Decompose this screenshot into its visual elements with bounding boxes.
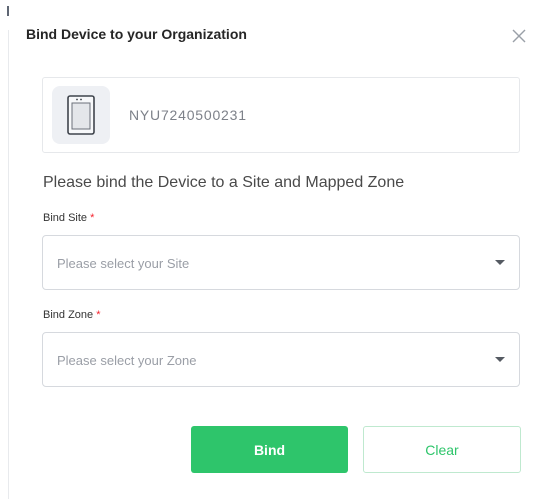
site-field-label: Bind Site *: [43, 212, 94, 224]
bind-device-dialog: Bind Device to your Organization NYU7240…: [10, 0, 539, 499]
dialog-title: Bind Device to your Organization: [26, 26, 247, 42]
caret-down-icon: [495, 357, 505, 362]
site-select[interactable]: Please select your Site: [42, 235, 520, 290]
window-edge-mark: [7, 6, 9, 16]
device-serial: NYU7240500231: [129, 107, 247, 123]
site-label-text: Bind Site: [43, 212, 88, 224]
bind-instruction: Please bind the Device to a Site and Map…: [43, 174, 405, 191]
required-mark: *: [90, 212, 95, 224]
required-mark: *: [96, 309, 101, 321]
zone-select-placeholder: Please select your Zone: [57, 353, 197, 368]
zone-select[interactable]: Please select your Zone: [42, 332, 520, 387]
zone-field-label: Bind Zone *: [43, 309, 101, 321]
window-edge: [8, 30, 9, 499]
close-icon[interactable]: [510, 27, 528, 45]
device-tablet-icon: [52, 86, 110, 144]
bind-button[interactable]: Bind: [191, 426, 348, 473]
caret-down-icon: [495, 260, 505, 265]
clear-button[interactable]: Clear: [363, 426, 521, 473]
zone-label-text: Bind Zone: [43, 309, 94, 321]
site-select-placeholder: Please select your Site: [57, 256, 190, 271]
device-card: NYU7240500231: [42, 77, 520, 153]
